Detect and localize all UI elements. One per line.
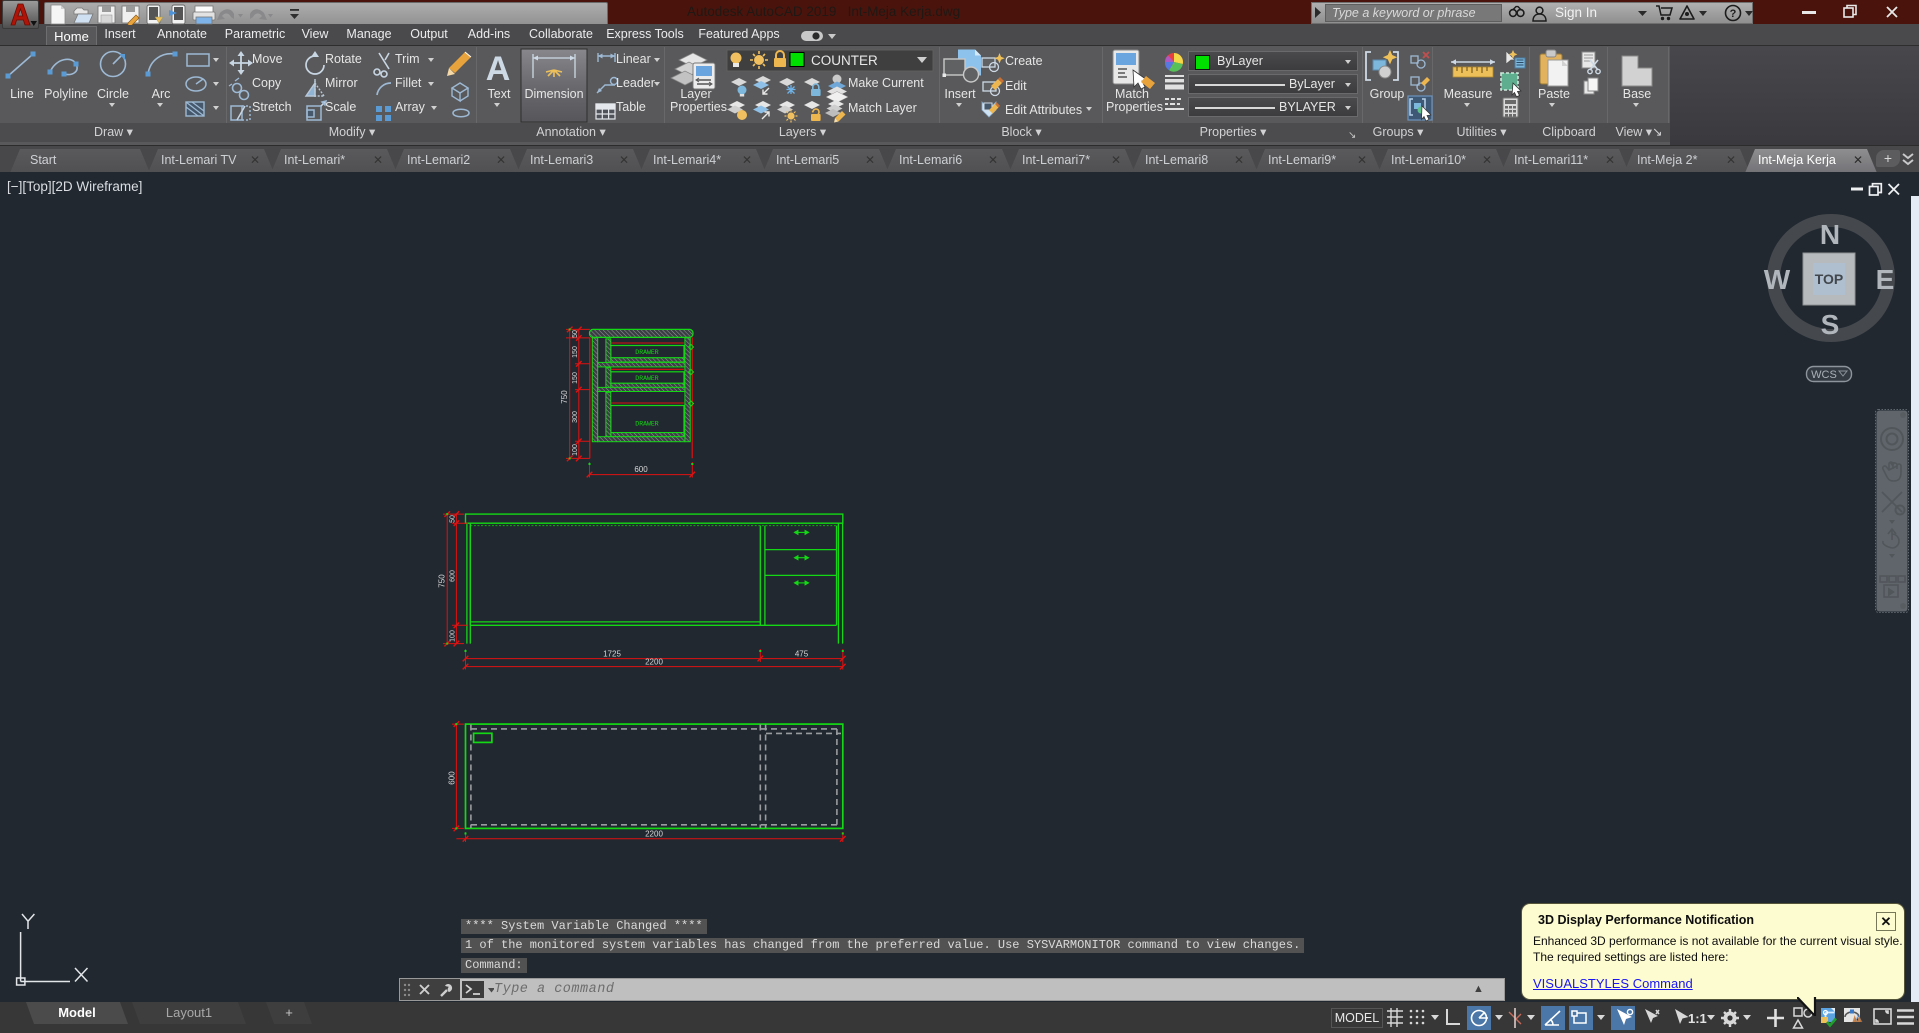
svg-text:150: 150 bbox=[572, 346, 579, 358]
svg-text:N: N bbox=[1820, 219, 1840, 250]
svg-text:?: ? bbox=[1730, 8, 1737, 20]
svg-text:S: S bbox=[1821, 309, 1840, 340]
svg-text:DRAWER: DRAWER bbox=[635, 375, 659, 382]
svg-text:DRAWER: DRAWER bbox=[635, 349, 659, 356]
svg-text:100: 100 bbox=[572, 444, 579, 456]
svg-text:!: ! bbox=[1856, 1016, 1858, 1023]
svg-text:600: 600 bbox=[448, 771, 457, 785]
svg-text:TOP: TOP bbox=[1815, 271, 1844, 287]
svg-text:600: 600 bbox=[450, 570, 457, 582]
svg-text:600: 600 bbox=[634, 465, 648, 474]
svg-text:150: 150 bbox=[572, 372, 579, 384]
svg-text:DRAWER: DRAWER bbox=[635, 421, 659, 428]
svg-text:WCS: WCS bbox=[1811, 369, 1837, 381]
svg-text:W: W bbox=[1764, 264, 1791, 295]
svg-text:E: E bbox=[1876, 264, 1895, 295]
svg-text:100: 100 bbox=[450, 630, 457, 642]
svg-text:1:1: 1:1 bbox=[1688, 1011, 1707, 1026]
svg-text:1725: 1725 bbox=[603, 650, 621, 659]
svg-text:A: A bbox=[486, 50, 511, 88]
svg-text:50: 50 bbox=[572, 330, 579, 338]
svg-text:750: 750 bbox=[438, 574, 447, 588]
svg-text:750: 750 bbox=[560, 390, 569, 404]
svg-text:2200: 2200 bbox=[645, 658, 663, 667]
svg-text:50: 50 bbox=[450, 515, 457, 523]
svg-text:300: 300 bbox=[572, 411, 579, 423]
svg-text:2200: 2200 bbox=[645, 830, 663, 839]
svg-text:475: 475 bbox=[795, 650, 809, 659]
svg-text:COUNTER: COUNTER bbox=[811, 53, 878, 68]
